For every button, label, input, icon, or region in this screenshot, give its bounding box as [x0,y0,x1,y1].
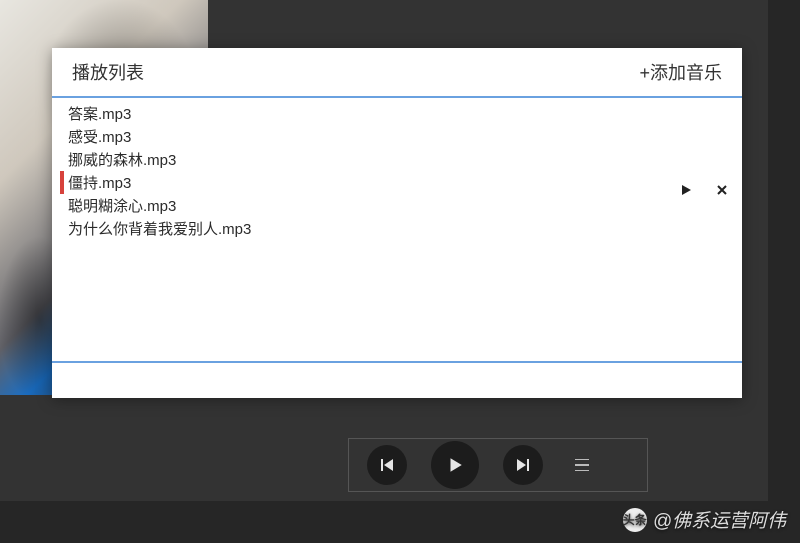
list-item[interactable]: 答案.mp3 [52,102,742,125]
next-button[interactable] [503,445,543,485]
selection-marker [60,171,64,194]
watermark: 头条 @佛系运营阿伟 [623,506,786,533]
list-item[interactable]: 挪威的森林.mp3 [52,148,742,171]
list-item-label: 答案.mp3 [68,103,131,124]
list-item-label: 僵持.mp3 [68,172,131,193]
watermark-text: @佛系运营阿伟 [653,506,786,533]
add-music-button[interactable]: +添加音乐 [639,59,722,85]
playlist-panel: 播放列表 +添加音乐 答案.mp3感受.mp3挪威的森林.mp3僵持.mp3聪明… [52,48,742,398]
previous-button[interactable] [367,445,407,485]
panel-footer-line [52,361,742,363]
panel-body: 答案.mp3感受.mp3挪威的森林.mp3僵持.mp3聪明糊涂心.mp3为什么你… [52,98,742,363]
list-item[interactable]: 为什么你背着我爱别人.mp3 [52,217,742,240]
close-icon[interactable] [716,184,728,196]
list-item[interactable]: 感受.mp3 [52,125,742,148]
list-item-label: 感受.mp3 [68,126,131,147]
selection-marker [60,102,64,125]
panel-title: 播放列表 [72,59,144,85]
list-item[interactable]: 僵持.mp3 [52,171,742,194]
list-item-label: 挪威的森林.mp3 [68,149,176,170]
selection-marker [60,125,64,148]
panel-header: 播放列表 +添加音乐 [52,48,742,98]
play-icon[interactable] [680,184,692,196]
play-button[interactable] [431,441,479,489]
selection-marker [60,148,64,171]
menu-icon[interactable] [575,459,589,472]
selection-marker [60,217,64,240]
selected-row-actions [680,184,728,196]
list-item-label: 为什么你背着我爱别人.mp3 [68,218,251,239]
watermark-logo: 头条 [623,508,647,532]
playlist-rows: 答案.mp3感受.mp3挪威的森林.mp3僵持.mp3聪明糊涂心.mp3为什么你… [52,98,742,244]
list-item-label: 聪明糊涂心.mp3 [68,195,176,216]
player-bar [348,438,648,492]
list-item[interactable]: 聪明糊涂心.mp3 [52,194,742,217]
selection-marker [60,194,64,217]
